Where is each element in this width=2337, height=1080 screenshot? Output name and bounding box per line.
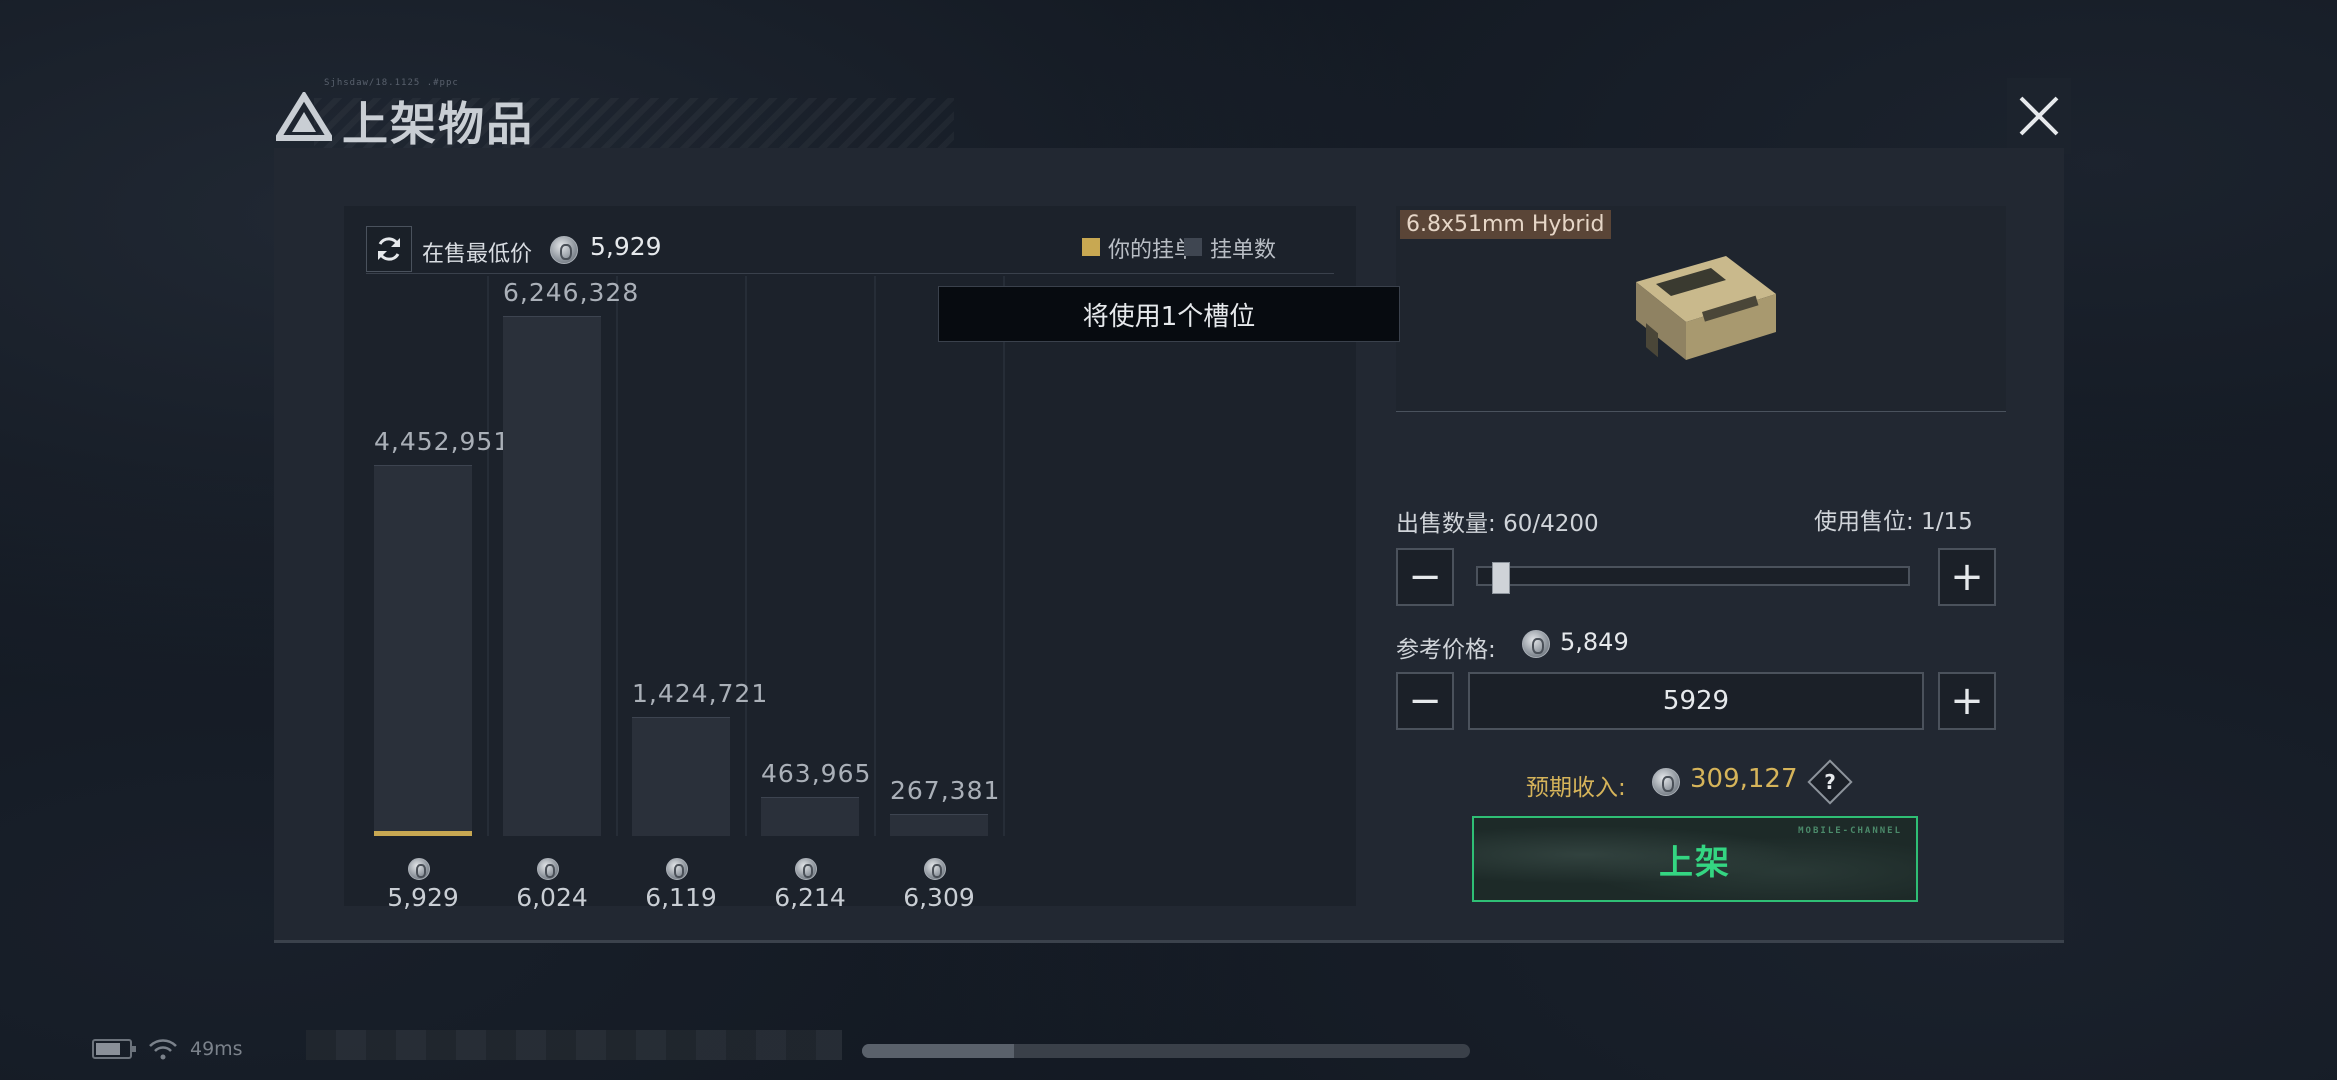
coin-icon [795, 858, 817, 880]
bar-value-label: 6,246,328 [503, 278, 640, 307]
bar-separator [1003, 276, 1005, 836]
legend-orders-swatch [1184, 238, 1202, 256]
bar-price-text: 6,309 [903, 883, 975, 912]
coin-icon [1522, 630, 1550, 658]
list-button-decoration: MOBILE-CHANNEL [1798, 826, 1902, 836]
lowest-price-value: 5,929 [590, 232, 662, 261]
refresh-icon [378, 237, 400, 261]
expected-income-label: 预期收入: [1526, 775, 1626, 801]
quantity-increase-button[interactable]: + [1938, 548, 1996, 606]
bar [890, 813, 988, 836]
coin-icon [550, 236, 578, 264]
help-button[interactable]: ? [1807, 759, 1853, 805]
bar-price-label: 5,929 [374, 854, 472, 912]
slot-tooltip: 将使用1个槽位 [938, 286, 1400, 342]
bar-separator [874, 276, 876, 836]
bar-separator [487, 276, 489, 836]
quantity-decrease-button[interactable]: − [1396, 548, 1454, 606]
help-icon: ? [1824, 770, 1836, 794]
dialog-header: Sjhsdaw/18.1125 .#ppc 上架物品 [274, 78, 2071, 158]
item-preview: 6.8x51mm Hybrid [1396, 206, 2006, 412]
slot-usage-value: 1/15 [1921, 509, 1973, 535]
logo-icon [276, 92, 332, 141]
bar [374, 465, 472, 836]
bar-price-label: 6,024 [503, 854, 601, 912]
sell-quantity: 出售数量: 60/4200 [1396, 504, 1599, 538]
quantity-slider-handle[interactable] [1491, 562, 1510, 594]
legend-mine-label: 你的挂单 [1108, 238, 1197, 263]
sell-quantity-label: 出售数量: [1396, 511, 1496, 537]
refresh-button[interactable] [366, 226, 412, 272]
bar-separator [745, 276, 747, 836]
bar-chart: 4,452,951 5,929 6,246,328 6,024 1,424,721 6,1… [344, 276, 1356, 912]
bar-column[interactable]: 6,246,328 6,024 [503, 276, 640, 912]
bar-value-label: 267,381 [890, 775, 1001, 805]
close-icon [2019, 96, 2059, 136]
bar-price-text: 6,024 [516, 883, 588, 912]
blurred-text [306, 1030, 842, 1060]
price-input[interactable] [1468, 672, 1924, 730]
coin-icon [537, 858, 559, 880]
bar-column[interactable]: 463,965 6,214 [761, 276, 876, 912]
bar-price-label: 6,214 [761, 854, 859, 912]
sell-quantity-value: 60/4200 [1503, 511, 1599, 537]
bar-price-label: 6,309 [890, 854, 988, 912]
price-increase-button[interactable]: + [1938, 672, 1996, 730]
bar-price-text: 5,929 [387, 883, 459, 912]
coin-icon [666, 858, 688, 880]
close-button[interactable] [2007, 78, 2071, 154]
bar-column[interactable]: 1,424,721 6,119 [632, 276, 769, 912]
bar [761, 797, 859, 836]
item-name: 6.8x51mm Hybrid [1400, 210, 1611, 239]
price-decrease-button[interactable]: − [1396, 672, 1454, 730]
progress-fill [862, 1044, 1014, 1058]
ammo-box-image [1636, 256, 1776, 360]
wifi-icon [149, 1039, 177, 1060]
bar-value-label: 463,965 [761, 759, 872, 789]
legend-mine-swatch [1082, 238, 1100, 256]
my-order-marker [374, 831, 472, 836]
bar-price-label: 6,119 [632, 854, 730, 912]
coin-icon [1652, 768, 1680, 796]
slot-usage: 使用售位: 1/15 [1814, 502, 1973, 536]
bar [632, 717, 730, 836]
bar-price-text: 6,119 [645, 883, 717, 912]
expected-income-value: 309,127 [1690, 764, 1798, 794]
quantity-slider[interactable] [1476, 562, 1910, 594]
status-bar: 49ms [92, 1036, 243, 1062]
bar-price-text: 6,214 [774, 883, 846, 912]
list-item-button[interactable]: MOBILE-CHANNEL 上架 [1472, 816, 1918, 902]
bar-column[interactable]: 4,452,951 5,929 [374, 276, 511, 912]
page-title: 上架物品 [342, 97, 534, 151]
reference-price-label: 参考价格: [1396, 637, 1496, 663]
coin-icon [924, 858, 946, 880]
listing-dialog: 在售最低价 5,929 你的挂单 挂单数 4,452,951 5,929 6,246… [274, 148, 2064, 943]
chart-header: 在售最低价 5,929 你的挂单 挂单数 [366, 218, 1334, 274]
list-button-label: 上架 [1659, 842, 1731, 883]
progress-bar [862, 1044, 1470, 1058]
legend-orders-label: 挂单数 [1210, 238, 1277, 263]
bar-value-label: 1,424,721 [632, 679, 769, 709]
bar-separator [616, 276, 618, 836]
battery-icon [92, 1039, 136, 1059]
reference-price-value: 5,849 [1560, 628, 1629, 656]
slot-usage-label: 使用售位: [1814, 509, 1914, 535]
bar-column[interactable]: 267,381 6,309 [890, 276, 1005, 912]
coin-icon [408, 858, 430, 880]
header-tiny-text: Sjhsdaw/18.1125 .#ppc [324, 78, 459, 88]
bar-value-label: 4,452,951 [374, 427, 511, 457]
bar [503, 316, 601, 836]
ping-value: 49ms [190, 1038, 243, 1060]
lowest-price-label: 在售最低价 [422, 242, 533, 267]
